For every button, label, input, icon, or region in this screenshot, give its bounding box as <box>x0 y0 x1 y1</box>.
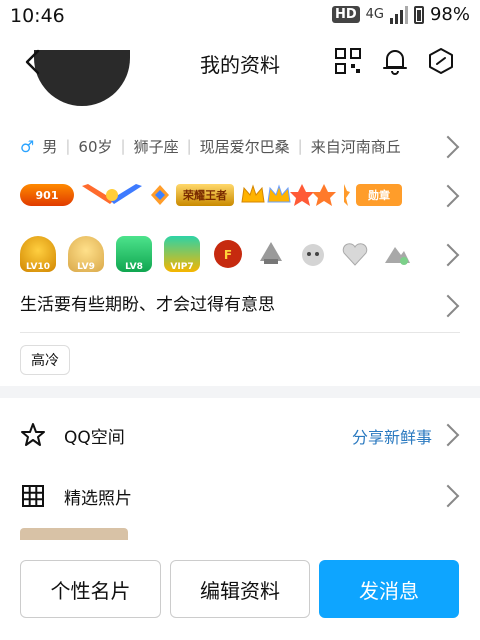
gem-badge-icon <box>151 185 169 205</box>
edit-profile-button[interactable]: 编辑资料 <box>170 560 310 618</box>
status-bar: 10:46 HD 4G 98% <box>0 0 480 32</box>
qr-code-icon[interactable] <box>333 46 363 76</box>
grey-mountain-icon <box>385 247 410 265</box>
chevron-right-icon <box>436 135 460 159</box>
settings-hexagon-icon[interactable] <box>426 46 456 76</box>
bell-icon[interactable] <box>380 46 410 76</box>
crossed-swords-badge-icon <box>82 184 142 204</box>
badge-row[interactable]: 901 荣耀王者 勋章 <box>20 180 460 210</box>
qzone-action[interactable]: 分享新鲜事 <box>352 424 432 448</box>
medal-badge: 勋章 <box>356 184 402 206</box>
divider: | <box>120 137 126 155</box>
network-type: 4G <box>365 7 384 22</box>
lv10-icon: LV10 <box>20 236 56 272</box>
grey-hat-icon <box>260 242 282 264</box>
signature-row[interactable]: 生活要有些期盼、才会过得有意思 <box>20 290 460 320</box>
male-icon: ♂ <box>20 136 35 156</box>
battery-percent: 98% <box>429 4 470 25</box>
grey-heart-icon <box>342 243 368 266</box>
svg-text:F: F <box>224 248 232 262</box>
divider: | <box>186 137 192 155</box>
residence: 现居爱尔巴桑 <box>199 137 290 156</box>
lv9-icon: LV9 <box>68 236 104 272</box>
section-separator <box>0 386 480 398</box>
star-icon <box>21 423 45 446</box>
divider: | <box>65 137 71 155</box>
chevron-right-icon <box>436 294 460 318</box>
chevron-right-icon <box>436 243 460 267</box>
grey-face-icon <box>302 244 324 266</box>
chevron-right-icon <box>436 484 460 508</box>
level-badge: 901 <box>20 184 74 206</box>
signal-icon <box>389 5 408 24</box>
chevron-right-icon <box>436 423 460 447</box>
hd-badge: HD <box>331 6 360 23</box>
bottom-action-bar: 个性名片 编辑资料 发消息 <box>0 540 480 640</box>
signature-text: 生活要有些期盼、才会过得有意思 <box>20 295 275 315</box>
status-time: 10:46 <box>10 5 65 27</box>
game-emblem-icon: F <box>214 240 242 268</box>
nav-bar: 我的资料 <box>0 40 480 84</box>
qzone-label: QQ空间 <box>64 428 125 448</box>
chevron-right-icon <box>436 184 460 208</box>
gender: 男 <box>42 137 58 156</box>
battery-icon <box>413 5 424 24</box>
grid-icon <box>22 485 44 507</box>
photos-label: 精选照片 <box>64 489 132 509</box>
qzone-row[interactable]: QQ空间 分享新鲜事 <box>20 414 460 454</box>
lv8-icon: LV8 <box>116 236 152 272</box>
hometown: 来自河南商丘 <box>310 137 401 156</box>
profile-card-button[interactable]: 个性名片 <box>20 560 161 618</box>
send-message-button[interactable]: 发消息 <box>319 560 459 618</box>
divider: | <box>297 137 303 155</box>
status-right: HD 4G 98% <box>331 4 470 25</box>
king-badge: 荣耀王者 <box>176 184 234 206</box>
vip7-icon: VIP7 <box>164 236 200 272</box>
age: 60岁 <box>78 137 113 156</box>
divider <box>20 332 460 333</box>
personal-tag[interactable]: 高冷 <box>20 345 70 375</box>
basic-info-row[interactable]: ♂ 男 | 60岁 | 狮子座 | 现居爱尔巴桑 | 来自河南商丘 <box>20 134 460 159</box>
crown-flame-badges-icon <box>241 184 350 206</box>
level-icons-row[interactable]: LV10 LV9 LV8 VIP7 F <box>20 234 460 274</box>
photos-row[interactable]: 精选照片 <box>20 475 460 515</box>
zodiac: 狮子座 <box>133 137 179 156</box>
